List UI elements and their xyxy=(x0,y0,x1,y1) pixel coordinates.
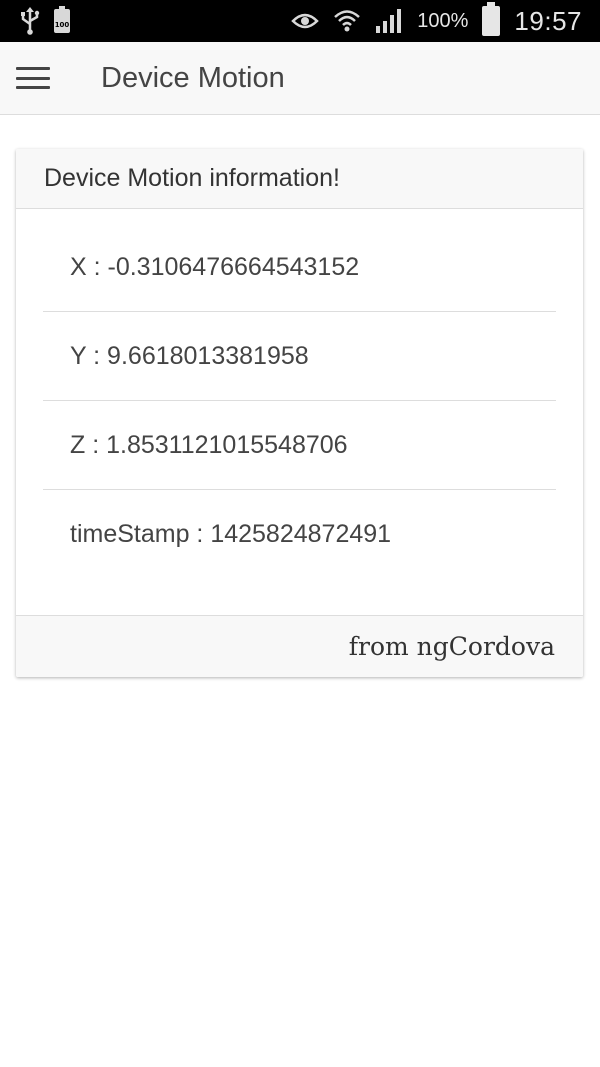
card-footer: from ngCordova xyxy=(16,615,583,677)
battery-icon xyxy=(482,2,501,36)
wifi-icon xyxy=(333,8,361,34)
card-title: Device Motion information! xyxy=(16,149,583,209)
hamburger-menu-icon xyxy=(16,67,50,89)
card-list: X : -0.3106476664543152 Y : 9.6618013381… xyxy=(16,209,583,614)
list-item-z: Z : 1.8531121015548706 xyxy=(43,401,556,490)
app-header: Device Motion xyxy=(0,42,600,115)
page-title: Device Motion xyxy=(101,61,285,94)
status-bar: 100 100% 19:57 xyxy=(0,0,600,42)
menu-button[interactable] xyxy=(0,42,66,115)
battery-small-icon: 100 xyxy=(54,6,70,33)
status-bar-right: 100% 19:57 xyxy=(291,2,582,37)
eye-icon xyxy=(291,11,320,31)
battery-percent: 100% xyxy=(417,9,469,32)
signal-icon xyxy=(375,8,403,34)
status-bar-left: 100 xyxy=(20,6,70,35)
usb-icon xyxy=(20,7,40,35)
list-item-x: X : -0.3106476664543152 xyxy=(43,223,556,312)
device-motion-card: Device Motion information! X : -0.310647… xyxy=(16,149,583,677)
list-item-y: Y : 9.6618013381958 xyxy=(43,312,556,401)
status-time: 19:57 xyxy=(514,5,582,36)
list-item-timestamp: timeStamp : 1425824872491 xyxy=(70,520,392,548)
